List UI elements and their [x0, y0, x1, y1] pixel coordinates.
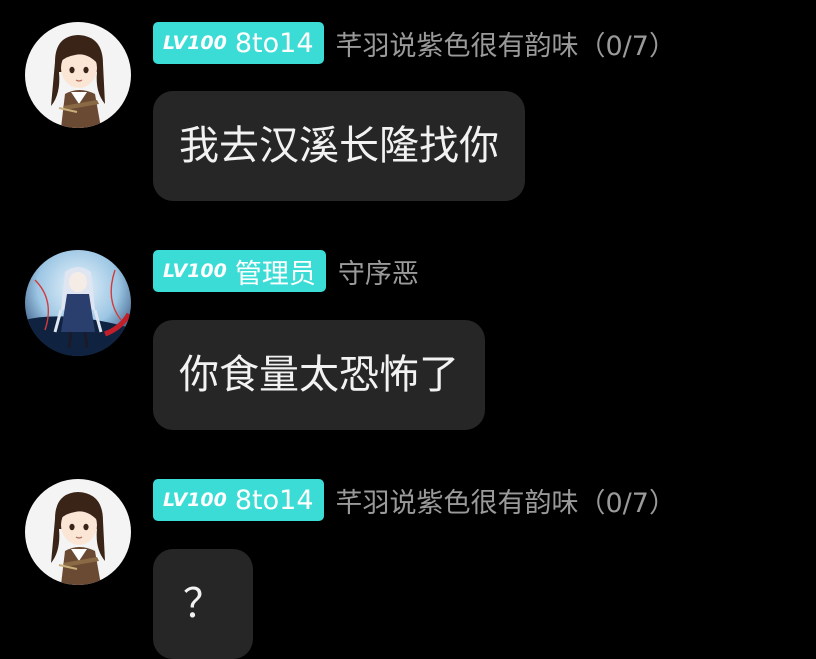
- avatar[interactable]: [25, 250, 131, 356]
- level-badge[interactable]: LV100 管理员: [153, 250, 326, 292]
- level-badge[interactable]: LV100 8to14: [153, 479, 324, 521]
- anime-character-avatar-icon: [25, 250, 131, 356]
- anime-girl-avatar-icon: [25, 479, 131, 585]
- username[interactable]: 芊羽说紫色很有韵味（0/7）: [336, 481, 676, 520]
- avatar[interactable]: [25, 22, 131, 128]
- level-label: LV100: [163, 489, 227, 511]
- username[interactable]: 守序恶: [338, 252, 419, 291]
- badge-title: 管理员: [234, 258, 316, 290]
- message-header: LV100 8to14 芊羽说紫色很有韵味（0/7）: [153, 479, 676, 521]
- badge-title: 8to14: [234, 27, 314, 59]
- anime-girl-avatar-icon: [25, 22, 131, 128]
- username[interactable]: 芊羽说紫色很有韵味（0/7）: [336, 24, 676, 63]
- message-bubble[interactable]: 我去汉溪长隆找你: [153, 91, 525, 201]
- message-header: LV100 管理员 守序恶: [153, 250, 419, 292]
- avatar[interactable]: [25, 479, 131, 585]
- level-label: LV100: [163, 260, 227, 282]
- level-badge[interactable]: LV100 8to14: [153, 22, 324, 64]
- message-bubble[interactable]: 你食量太恐怖了: [153, 320, 485, 430]
- badge-title: 8to14: [234, 484, 314, 516]
- chat-message-list: LV100 8to14 芊羽说紫色很有韵味（0/7） 我去汉溪长隆找你 LV10…: [0, 0, 816, 659]
- message-bubble[interactable]: ？: [153, 549, 253, 659]
- level-label: LV100: [163, 32, 227, 54]
- message-header: LV100 8to14 芊羽说紫色很有韵味（0/7）: [153, 22, 676, 64]
